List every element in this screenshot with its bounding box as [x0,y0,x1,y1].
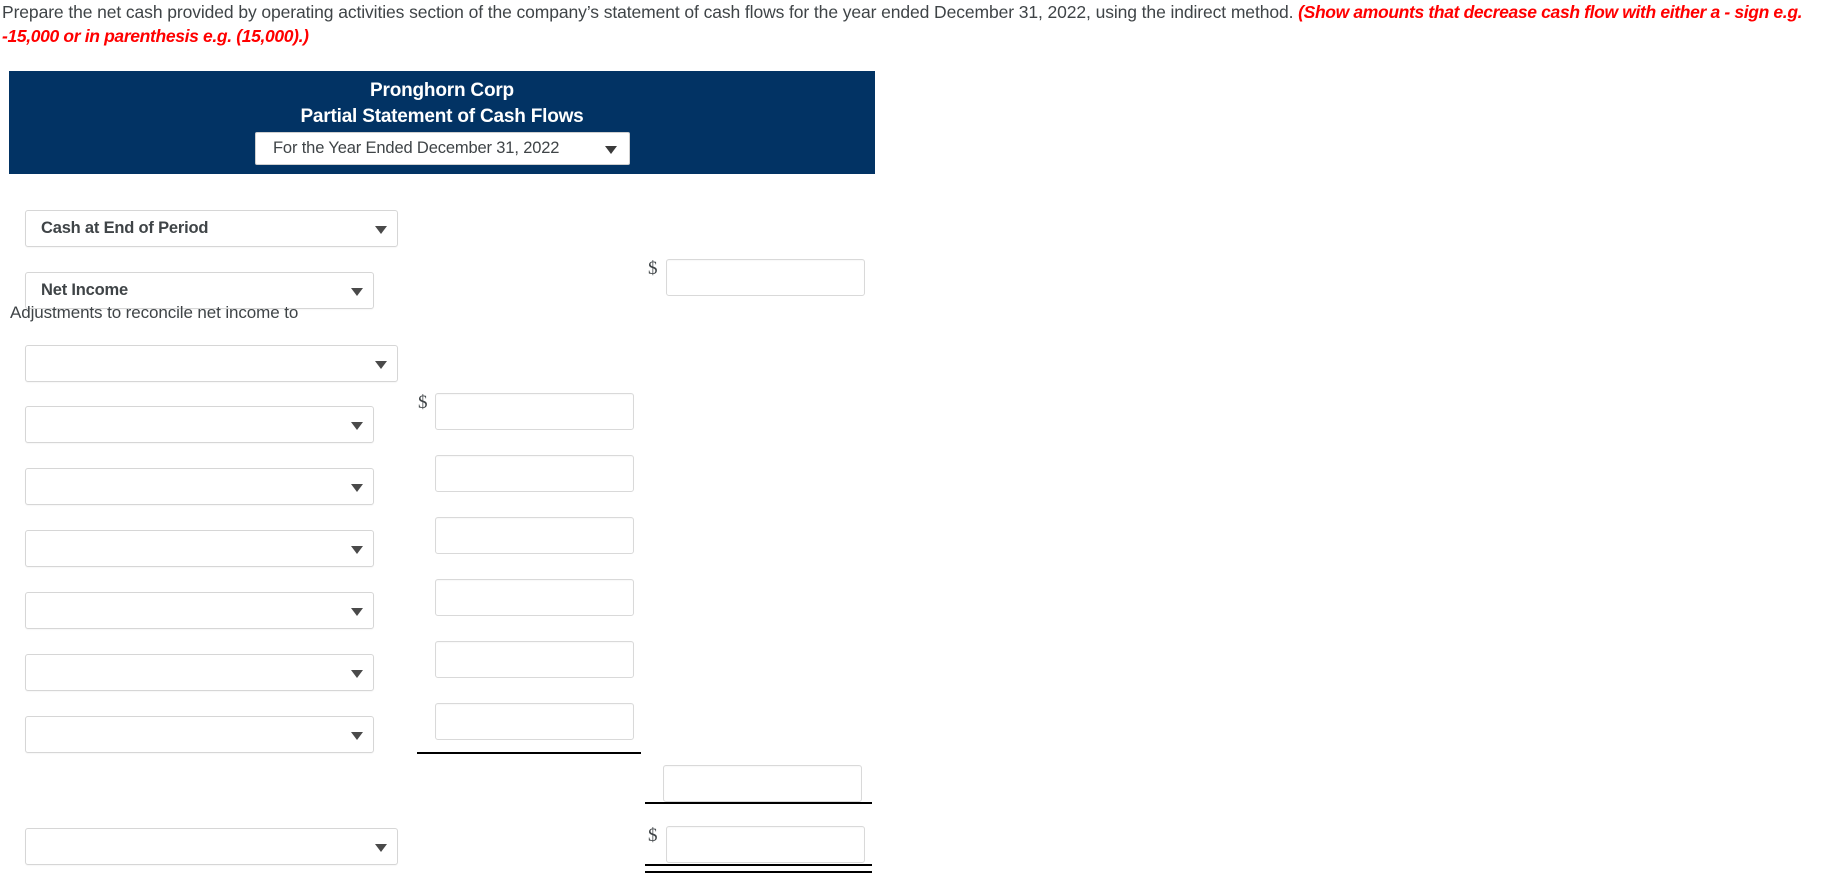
subtotal-rule-right-column [645,802,872,804]
chevron-down-icon [375,360,387,369]
select-adjustment-4[interactable] [25,530,374,567]
period-select[interactable]: For the Year Ended December 31, 2022 [255,132,630,165]
select-adjustment-1[interactable] [25,345,398,382]
subtotal-rule-middle-column [417,752,641,754]
instructions-main: Prepare the net cash provided by operati… [2,2,1299,22]
chevron-down-icon [351,731,363,740]
select-cash-at-end-of-period-label: Cash at End of Period [41,219,209,237]
dollar-sign-net-income: $ [648,258,658,279]
dollar-sign-adjustment-2: $ [418,392,428,413]
select-adjustment-6[interactable] [25,654,374,691]
chevron-down-icon [605,145,617,154]
chevron-down-icon [351,483,363,492]
instructions-text: Prepare the net cash provided by operati… [2,0,1826,48]
chevron-down-icon [351,287,363,296]
statement-title: Partial Statement of Cash Flows [300,106,584,127]
input-adjustment-3-amount[interactable] [435,455,634,492]
input-adjustment-7-amount[interactable] [435,703,634,740]
adjustments-caption: Adjustments to reconcile net income to [10,303,299,322]
period-select-value: For the Year Ended December 31, 2022 [273,139,560,157]
select-adjustment-7[interactable] [25,716,374,753]
chevron-down-icon [375,843,387,852]
dollar-sign-net-cash: $ [648,825,658,846]
input-adjustment-2-amount[interactable] [435,393,634,430]
total-double-rule [645,864,872,873]
chevron-down-icon [351,545,363,554]
input-adjustment-6-amount[interactable] [435,641,634,678]
select-cash-at-end-of-period[interactable]: Cash at End of Period [25,210,398,247]
select-net-income-label: Net Income [41,281,128,299]
chevron-down-icon [351,607,363,616]
statement-header: Pronghorn Corp Partial Statement of Cash… [9,71,875,174]
select-net-cash-operating-activities[interactable] [25,828,398,865]
input-net-cash-amount[interactable] [666,826,865,863]
select-adjustment-2[interactable] [25,406,374,443]
input-subtotal-amount[interactable] [663,765,862,802]
company-name: Pronghorn Corp [370,80,514,101]
chevron-down-icon [375,225,387,234]
select-adjustment-3[interactable] [25,468,374,505]
input-net-income-amount[interactable] [666,259,865,296]
chevron-down-icon [351,669,363,678]
input-adjustment-5-amount[interactable] [435,579,634,616]
input-adjustment-4-amount[interactable] [435,517,634,554]
chevron-down-icon [351,421,363,430]
select-adjustment-5[interactable] [25,592,374,629]
